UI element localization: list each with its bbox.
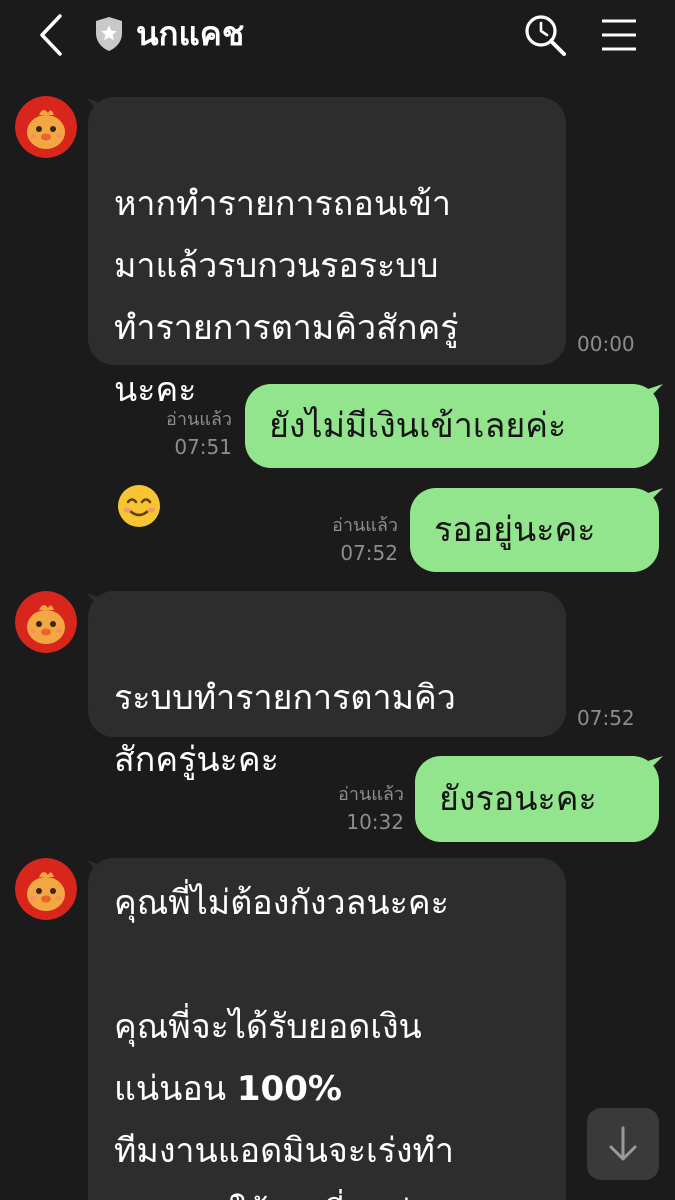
chick-avatar-icon xyxy=(15,96,77,158)
chat-title: นกแคช xyxy=(136,14,245,53)
message-time: 07:52 xyxy=(340,541,398,565)
message-line: แน่นอน 100% xyxy=(114,1058,542,1120)
chick-avatar-icon xyxy=(15,858,77,920)
message-text: รออยู่นะคะ xyxy=(434,510,596,550)
message-meta: อ่านแล้ว 07:51 xyxy=(150,407,232,461)
back-button[interactable] xyxy=(30,10,76,60)
message-bubble-incoming[interactable]: ระบบทำรายการตามคิว สักครู่นะคะ xyxy=(88,591,566,780)
message-line: คุณพี่ไม่ต้องกังวลนะคะ xyxy=(114,883,449,923)
read-receipt: อ่านแล้ว xyxy=(332,515,398,536)
arrow-down-icon xyxy=(609,1126,637,1161)
message-time: 10:32 xyxy=(346,810,404,834)
message-text: ยังรอนะคะ xyxy=(439,779,597,819)
message-text: แน่นอน xyxy=(114,1069,237,1109)
message-line: คุณพี่จะได้รับยอดเงิน xyxy=(114,1007,422,1047)
message-time: 07:52 xyxy=(577,706,635,730)
menu-button[interactable] xyxy=(598,14,640,56)
message-line: ทีมงานแอดมินจะเร่งทำ xyxy=(114,1131,454,1171)
bubble-tail xyxy=(645,384,663,402)
bubble-tail xyxy=(645,488,663,506)
avatar[interactable] xyxy=(15,96,77,158)
search-button[interactable] xyxy=(522,12,568,58)
read-receipt: อ่านแล้ว xyxy=(166,409,232,430)
message-bubble-outgoing[interactable]: รออยู่นะคะ xyxy=(410,488,659,572)
message-line: รายการให้คุณพี่ทุกท่าน xyxy=(114,1182,542,1200)
chick-avatar-icon xyxy=(15,591,77,653)
message-text: หากทำรายการถอนเข้า มาแล้วรบกวนรอระบบ ทำร… xyxy=(114,184,459,410)
chat-header: นกแคช xyxy=(0,0,675,72)
message-bubble-outgoing[interactable]: ยังไม่มีเงินเข้าเลยค่ะ xyxy=(245,384,659,468)
chevron-left-icon xyxy=(40,14,62,56)
message-text: ระบบทำรายการตามคิว สักครู่นะคะ xyxy=(114,678,456,780)
chat-screen: นกแคช หากทำรายการถอนเข้า มาแล้วรบกวนรอระ… xyxy=(0,0,675,1200)
message-text: ยังไม่มีเงินเข้าเลยค่ะ xyxy=(269,406,567,446)
percent-text: 100% xyxy=(236,1069,342,1109)
hamburger-menu-icon xyxy=(602,19,636,51)
message-meta: อ่านแล้ว 07:52 xyxy=(316,513,398,567)
message-time: 07:51 xyxy=(174,435,232,459)
avatar[interactable] xyxy=(15,858,77,920)
message-bubble-incoming[interactable]: หากทำรายการถอนเข้า มาแล้วรบกวนรอระบบ ทำร… xyxy=(88,97,566,527)
avatar[interactable] xyxy=(15,591,77,653)
shield-star-icon xyxy=(94,16,124,52)
message-bubble-outgoing[interactable]: ยังรอนะคะ xyxy=(415,756,659,842)
search-icon xyxy=(525,15,566,56)
message-meta: อ่านแล้ว 10:32 xyxy=(322,782,404,836)
scroll-to-bottom-button[interactable] xyxy=(587,1108,659,1180)
message-time: 00:00 xyxy=(577,332,635,356)
message-bubble-incoming[interactable]: คุณพี่ไม่ต้องกังวลนะคะ คุณพี่จะได้รับยอด… xyxy=(88,858,566,1200)
bubble-tail xyxy=(645,756,663,774)
read-receipt: อ่านแล้ว xyxy=(338,784,404,805)
